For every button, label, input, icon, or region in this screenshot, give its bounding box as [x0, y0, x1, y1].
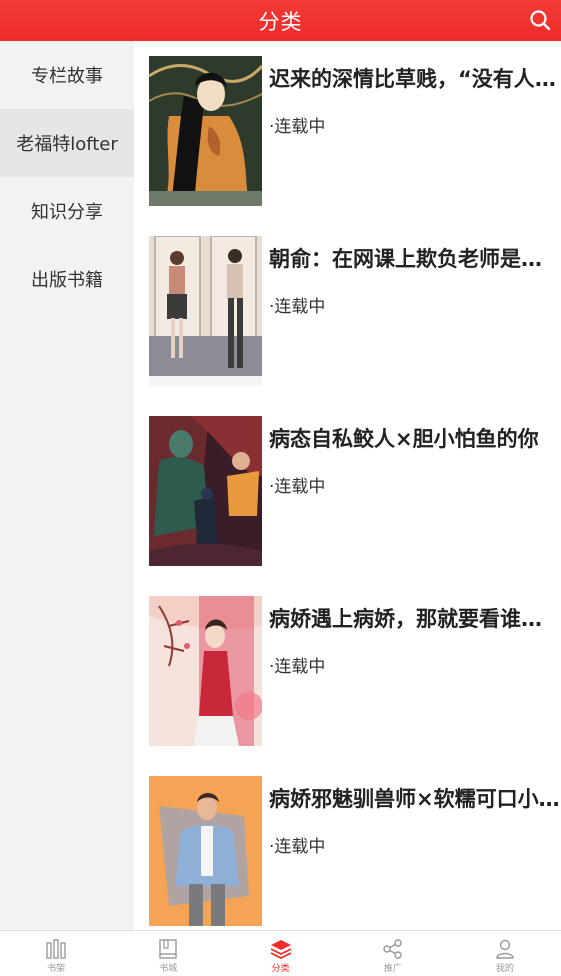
tab-promote[interactable]: 推广: [337, 931, 449, 976]
bookshelf-icon: [46, 939, 66, 959]
tab-label: 书城: [159, 964, 178, 974]
book-status: ·连载中: [269, 117, 326, 137]
book-status: ·连载中: [269, 837, 326, 857]
sidebar-item-column-stories[interactable]: 专栏故事: [0, 41, 134, 109]
book-cover: [149, 596, 262, 746]
top-bar: 分类: [0, 0, 561, 41]
tab-label: 分类: [271, 964, 290, 974]
tab-label: 我的: [495, 964, 514, 974]
share-icon: [383, 939, 402, 959]
book-cover: [149, 236, 262, 386]
book-icon: [159, 939, 177, 959]
cover-illustration: [149, 56, 262, 206]
book-cover: [149, 776, 262, 926]
book-item[interactable]: 病娇邪魅驯兽师×软糯可口小兔子 ·连载中: [149, 776, 561, 926]
tab-profile[interactable]: 我的: [449, 931, 561, 976]
book-title: 迟来的深情比草贱，“没有人爱我了”: [269, 67, 561, 91]
tab-bookshelf[interactable]: 书架: [0, 931, 112, 976]
tab-label: 书架: [47, 964, 66, 974]
layers-icon: [270, 940, 291, 960]
category-sidebar: 专栏故事 老福特lofter 知识分享 出版书籍: [0, 41, 134, 930]
book-item[interactable]: 迟来的深情比草贱，“没有人爱我了” ·连载中: [149, 56, 561, 206]
book-item[interactable]: 病态自私鲛人×胆小怕鱼的你 ·连载中: [149, 416, 561, 566]
sidebar-item-lofter[interactable]: 老福特lofter: [0, 109, 134, 177]
tab-label: 推广: [383, 964, 402, 974]
book-cover: [149, 416, 262, 566]
tab-bookstore[interactable]: 书城: [112, 931, 224, 976]
cover-illustration: [149, 596, 262, 746]
user-icon: [496, 939, 514, 959]
sidebar-item-knowledge[interactable]: 知识分享: [0, 177, 134, 245]
search-icon: [530, 10, 551, 31]
cover-illustration: [149, 416, 262, 566]
book-status: ·连载中: [269, 657, 326, 677]
book-title: 朝俞：在网课上欺负老师是什么体验: [269, 247, 561, 271]
book-title: 病娇遇上病娇，那就要看谁更病娇了: [269, 607, 561, 631]
bottom-tab-bar: 书架 书城 分类 推广 我的: [0, 930, 561, 976]
book-list: 迟来的深情比草贱，“没有人爱我了” ·连载中 朝俞：在网课上欺负老师是: [134, 41, 561, 930]
book-cover: [149, 56, 262, 206]
cover-illustration: [149, 236, 262, 386]
tab-category[interactable]: 分类: [224, 931, 336, 976]
book-status: ·连载中: [269, 477, 326, 497]
sidebar-item-published-books[interactable]: 出版书籍: [0, 245, 134, 313]
book-status: ·连载中: [269, 297, 326, 317]
book-title: 病娇邪魅驯兽师×软糯可口小兔子: [269, 787, 561, 811]
search-button[interactable]: [527, 7, 553, 33]
book-item[interactable]: 病娇遇上病娇，那就要看谁更病娇了 ·连载中: [149, 596, 561, 746]
book-title: 病态自私鲛人×胆小怕鱼的你: [269, 427, 539, 451]
cover-illustration: [149, 776, 262, 926]
page-title: 分类: [258, 9, 303, 34]
book-item[interactable]: 朝俞：在网课上欺负老师是什么体验 ·连载中: [149, 236, 561, 386]
